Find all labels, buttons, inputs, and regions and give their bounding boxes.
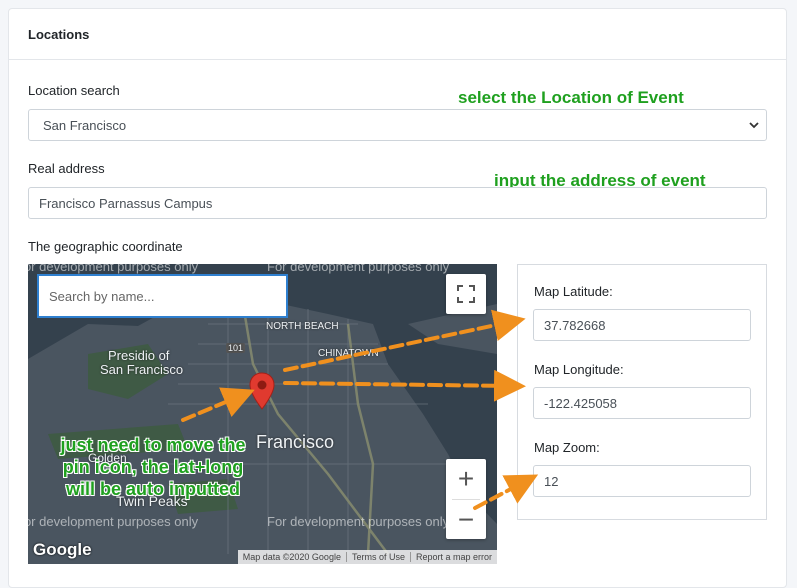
map-label-san-francisco: San Francisco: [100, 362, 184, 377]
location-annotation: select the Location of Event: [458, 88, 684, 107]
terms-of-use-link[interactable]: Terms of Use: [345, 552, 410, 562]
map-view[interactable]: For development purposes only For develo…: [28, 264, 497, 564]
longitude-value: -122.425058: [544, 395, 618, 411]
google-logo: Google: [33, 540, 92, 559]
longitude-label: Map Longitude:: [534, 362, 624, 377]
map-pin-icon[interactable]: [249, 372, 275, 410]
report-map-error-link[interactable]: Report a map error: [409, 552, 497, 562]
zoom-out-button[interactable]: −: [446, 500, 486, 539]
zoom-in-button[interactable]: +: [446, 459, 486, 499]
geo-coordinate-label: The geographic coordinate: [28, 239, 183, 254]
pin-annotation-line: will be auto inputted: [66, 479, 240, 499]
real-address-input[interactable]: Francisco Parnassus Campus: [28, 187, 767, 219]
latitude-input[interactable]: 37.782668: [533, 309, 751, 341]
real-address-value: Francisco Parnassus Campus: [39, 195, 213, 211]
map-label-presidio: Presidio of: [108, 348, 170, 363]
latitude-value: 37.782668: [544, 317, 606, 333]
zoom-label: Map Zoom:: [534, 440, 600, 455]
dev-watermark: For development purposes only: [28, 514, 199, 529]
pin-annotation: just need to move the pin icon, the lat+…: [48, 434, 258, 500]
zoom-input[interactable]: 12: [533, 465, 751, 497]
real-address-label: Real address: [28, 161, 105, 176]
card-title: Locations: [9, 9, 786, 60]
location-search-select[interactable]: San Francisco: [28, 109, 767, 141]
map-data-credit: Map data ©2020 Google: [242, 552, 341, 562]
latitude-label: Map Latitude:: [534, 284, 613, 299]
map-label-north-beach: NORTH BEACH: [266, 321, 339, 332]
map-label-chinatown: CHINATOWN: [318, 348, 379, 359]
longitude-input[interactable]: -122.425058: [533, 387, 751, 419]
fullscreen-icon: [457, 285, 475, 303]
pin-annotation-line: just need to move the: [60, 435, 246, 455]
map-search-input[interactable]: Search by name...: [37, 274, 288, 318]
dev-watermark: For development purposes only: [267, 514, 450, 529]
zoom-value: 12: [544, 473, 559, 489]
dev-watermark: For development purposes only: [28, 264, 199, 274]
highway-101-shield: 101: [226, 343, 246, 353]
location-search-label: Location search: [28, 83, 120, 98]
chevron-down-icon: [749, 122, 759, 129]
pin-annotation-line: pin icon, the lat+long: [62, 457, 244, 477]
fullscreen-button[interactable]: [446, 274, 486, 314]
zoom-controls: + −: [446, 459, 486, 539]
dev-watermark: For development purposes only: [267, 264, 450, 274]
location-search-value: San Francisco: [43, 117, 127, 133]
map-attribution: Map data ©2020 Google Terms of Use Repor…: [237, 550, 497, 564]
map-label-francisco: Francisco: [256, 432, 335, 452]
